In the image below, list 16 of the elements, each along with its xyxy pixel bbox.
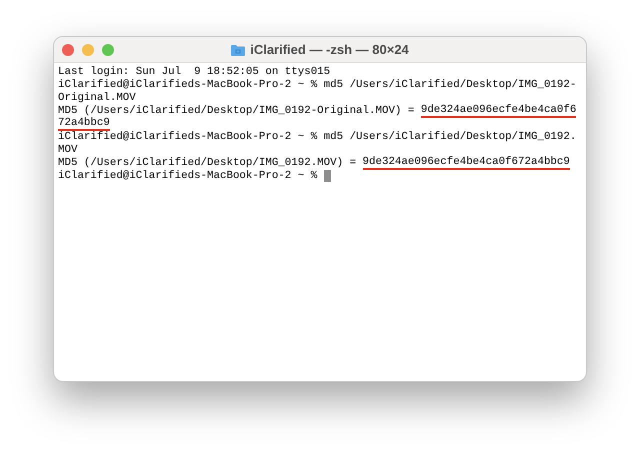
terminal-text: iClarified@iClarifieds-MacBook-Pro-2 ~ % md5 /Users/iClarified/Desktop/IMG_0192- — [58, 79, 576, 92]
underlined-hash: 9de324ae096ecfe4be4ca0f672a4bbc9 — [362, 157, 570, 170]
minimize-button[interactable] — [82, 44, 94, 56]
terminal-text: MOV — [58, 144, 78, 157]
underlined-hash: 9de324ae096ecfe4be4ca0f6 — [420, 105, 576, 118]
zoom-button[interactable] — [102, 44, 114, 56]
terminal-text: iClarified@iClarifieds-MacBook-Pro-2 ~ % md5 /Users/iClarified/Desktop/IMG_0192. — [58, 131, 576, 144]
window-title: iClarified — -zsh — 80×24 — [250, 40, 409, 59]
terminal-text: MD5 (/Users/iClarified/Desktop/IMG_0192.MOV) = — [58, 157, 358, 170]
folder-icon — [231, 44, 246, 56]
underlined-hash: 72a4bbc9 — [58, 118, 110, 131]
close-button[interactable] — [62, 44, 74, 56]
terminal-text: Last login: Sun Jul 9 18:52:05 on ttys015 — [58, 66, 330, 79]
terminal-text: iClarified@iClarifieds-MacBook-Pro-2 ~ % — [58, 170, 318, 183]
terminal-text: MD5 (/Users/iClarified/Desktop/IMG_0192-Original.MOV) = — [58, 105, 416, 117]
terminal-text: Original.MOV — [58, 92, 136, 105]
